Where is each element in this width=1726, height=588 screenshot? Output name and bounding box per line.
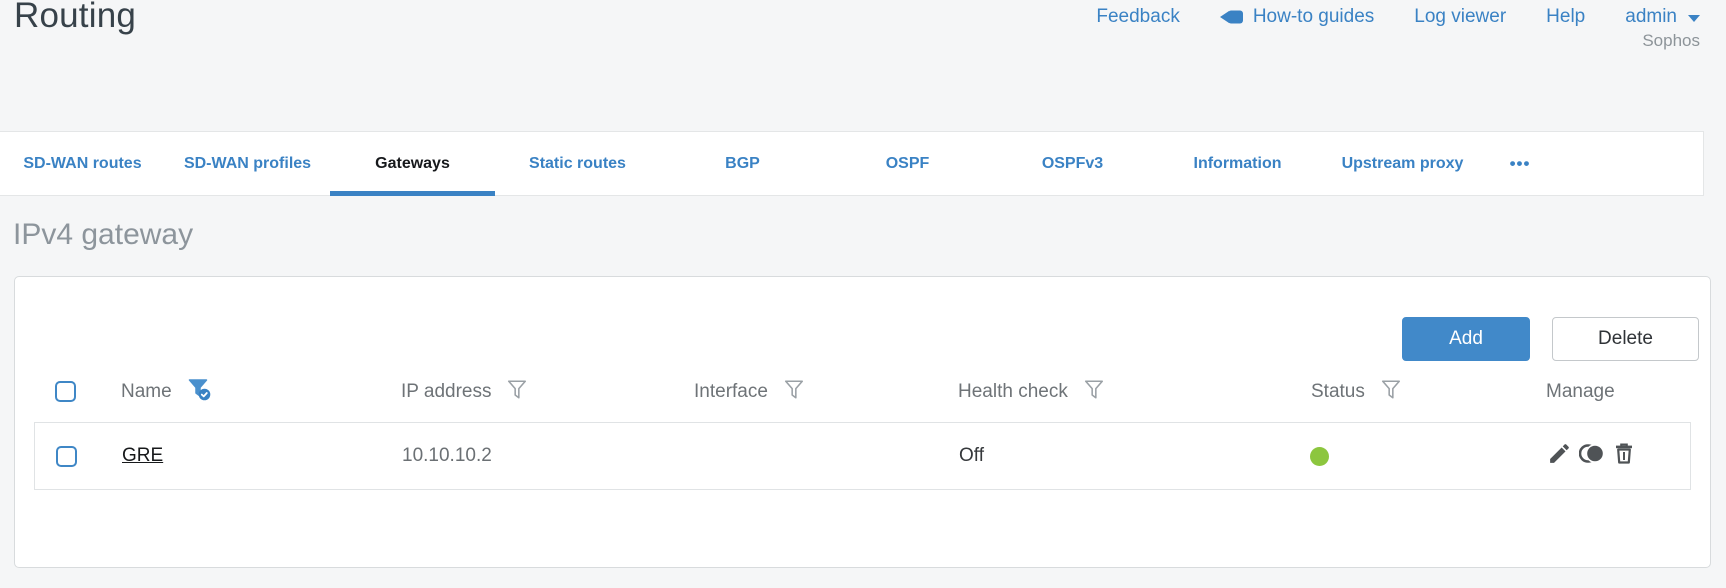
section-title: IPv4 gateway <box>13 218 194 251</box>
column-header-health-check: Health check <box>958 380 1068 402</box>
user-menu-label: admin <box>1625 6 1677 27</box>
gateway-ip-address: 10.10.10.2 <box>402 445 492 466</box>
tab-upstream-proxy[interactable]: Upstream proxy <box>1320 132 1485 195</box>
help-link[interactable]: Help <box>1546 6 1585 28</box>
row-checkbox[interactable] <box>56 445 77 467</box>
chevron-down-icon <box>1688 15 1700 22</box>
column-header-name: Name <box>121 380 172 402</box>
table-header-row: Name IP address Interface Health check S… <box>34 361 1691 422</box>
filter-funnel-icon[interactable] <box>506 378 528 407</box>
column-header-ip-address: IP address <box>401 380 492 402</box>
clone-icon[interactable] <box>1578 441 1605 472</box>
ipv4-gateway-panel: Add Delete Name IP address Interface Hea… <box>14 276 1711 568</box>
tab-overflow-menu[interactable]: ••• <box>1485 132 1555 195</box>
add-button[interactable]: Add <box>1402 317 1530 361</box>
tab-bgp[interactable]: BGP <box>660 132 825 195</box>
filter-funnel-icon[interactable] <box>1083 378 1105 407</box>
select-all-checkbox[interactable] <box>55 381 76 402</box>
edit-icon[interactable] <box>1547 441 1572 472</box>
column-header-status: Status <box>1311 380 1365 402</box>
tab-sd-wan-routes[interactable]: SD-WAN routes <box>0 132 165 195</box>
gateway-name-link[interactable]: GRE <box>122 445 163 467</box>
video-camera-icon <box>1219 9 1244 25</box>
tab-static-routes[interactable]: Static routes <box>495 132 660 195</box>
tab-ospf[interactable]: OSPF <box>825 132 990 195</box>
tab-gateways[interactable]: Gateways <box>330 132 495 196</box>
help-label: Help <box>1546 6 1586 27</box>
gateway-table: Name IP address Interface Health check S… <box>34 361 1691 490</box>
feedback-label: Feedback <box>1096 6 1180 27</box>
tab-bar: SD-WAN routes SD-WAN profiles Gateways S… <box>0 131 1704 196</box>
column-header-manage: Manage <box>1546 380 1615 402</box>
brand-label: Sophos <box>1642 31 1700 50</box>
tab-information[interactable]: Information <box>1155 132 1320 195</box>
log-viewer-link[interactable]: Log viewer <box>1414 6 1506 28</box>
delete-icon[interactable] <box>1612 441 1636 472</box>
status-dot <box>1310 446 1329 466</box>
filter-funnel-icon[interactable] <box>1380 378 1402 407</box>
filter-funnel-icon[interactable] <box>783 378 805 407</box>
table-row: GRE 10.10.10.2 Off <box>34 422 1691 490</box>
column-header-interface: Interface <box>694 380 768 402</box>
tab-sd-wan-profiles[interactable]: SD-WAN profiles <box>165 132 330 195</box>
howto-guides-link[interactable]: How-to guides <box>1219 6 1375 28</box>
log-viewer-label: Log viewer <box>1414 6 1507 27</box>
header-links: Feedback How-to guides Log viewer Help a… <box>1096 6 1700 28</box>
page-title: Routing <box>14 0 137 35</box>
tab-ospfv3[interactable]: OSPFv3 <box>990 132 1155 195</box>
user-menu[interactable]: admin <box>1625 6 1700 28</box>
feedback-link[interactable]: Feedback <box>1096 6 1179 28</box>
gateway-health-check: Off <box>959 445 984 466</box>
filter-funnel-active-icon[interactable] <box>187 377 212 408</box>
howto-guides-label: How-to guides <box>1252 6 1375 27</box>
delete-button[interactable]: Delete <box>1552 317 1699 361</box>
